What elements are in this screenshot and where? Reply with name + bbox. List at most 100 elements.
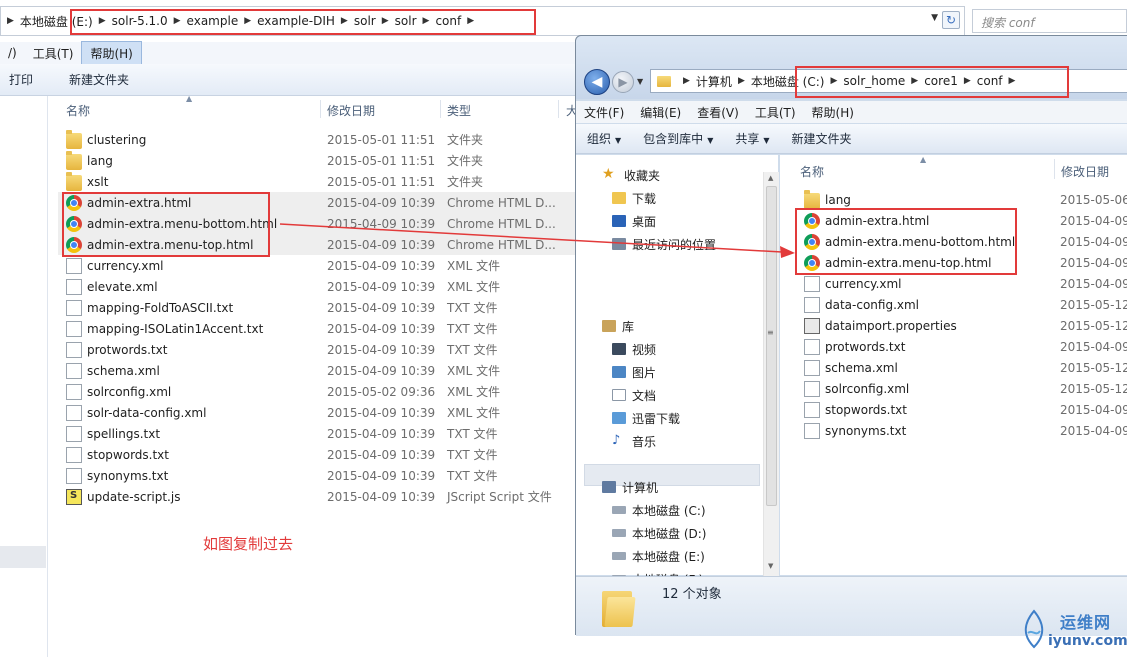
file-row[interactable]: spellings.txt 2015-04-09 10:39 TXT 文件 [58,423,578,444]
file-row[interactable]: mapping-FoldToASCII.txt 2015-04-09 10:39 T… [58,297,578,318]
column-divider[interactable] [320,100,321,118]
folder-icon [66,129,82,149]
file-row[interactable]: dataimport.properties 2015-05-12 [796,315,1127,336]
nav-drive-e[interactable]: 本地磁盘 (E:) [612,546,705,566]
file-row[interactable]: solrconfig.xml 2015-05-12 [796,378,1127,399]
col-name[interactable]: 名称 [66,102,90,119]
file-row[interactable]: data-config.xml 2015-05-12 [796,294,1127,315]
nav-label: 本地磁盘 (D:) [632,526,707,541]
file-date: 2015-04-09 10:39 [327,447,436,462]
file-row[interactable]: protwords.txt 2015-04-09 10:39 TXT 文件 [58,339,578,360]
nav-recent[interactable]: 最近访问的位置 [612,234,716,254]
file-row[interactable]: currency.xml 2015-04-09 10:39 XML 文件 [58,255,578,276]
file-row[interactable]: synonyms.txt 2015-04-09 10:39 TXT 文件 [58,465,578,486]
nav-pictures[interactable]: 图片 [612,362,656,382]
nav-libraries[interactable]: 库 [602,316,634,336]
file-row[interactable]: lang 2015-05-01 11:51 文件夹 [58,150,578,171]
menu-item-help[interactable]: 帮助(H) [81,40,142,66]
file-type: TXT 文件 [447,448,498,462]
file-row[interactable]: lang 2015-05-06 [796,189,1127,210]
new-folder-button[interactable]: 新建文件夹 [781,130,863,147]
file-date: 2015-04-09 10:39 [327,237,436,252]
column-divider[interactable] [440,100,441,118]
file-date: 2015-05-12 [1060,360,1127,375]
file-type: TXT 文件 [447,301,498,315]
menu-item-file[interactable]: 文件(F) [576,101,632,124]
nav-videos[interactable]: 视频 [612,339,656,359]
include-in-library-button[interactable]: 包含到库中 ▼ [632,130,724,147]
file-row[interactable]: currency.xml 2015-04-09 [796,273,1127,294]
caret-down-icon: ▼ [763,136,770,145]
nav-scrollbar[interactable]: ▲ ≡ ▼ [763,172,779,576]
scroll-up-icon[interactable]: ▲ [768,174,773,182]
organize-button[interactable]: 组织 ▼ [576,130,632,147]
nav-downloads[interactable]: 下载 [612,188,656,208]
menu-item-help[interactable]: 帮助(H) [804,101,862,124]
menu-item-view[interactable]: /) [0,43,25,63]
address-dropdown-icon[interactable]: ▼ [931,13,938,23]
file-type: Chrome HTML D... [447,216,556,231]
nav-desktop[interactable]: 桌面 [612,211,656,231]
nav-computer[interactable]: 计算机 [602,477,658,497]
col-date[interactable]: 修改日期 [1061,163,1109,180]
file-row[interactable]: schema.xml 2015-04-09 10:39 XML 文件 [58,360,578,381]
col-type[interactable]: 类型 [447,102,471,119]
scroll-thumb[interactable] [766,186,777,506]
nav-drive-c[interactable]: 本地磁盘 (C:) [612,500,706,520]
scroll-down-icon[interactable]: ▼ [768,562,773,570]
nav-drive-d[interactable]: 本地磁盘 (D:) [612,523,706,543]
text-file-icon [804,296,820,313]
file-row[interactable]: mapping-ISOLatin1Accent.txt 2015-04-09 10… [58,318,578,339]
file-row[interactable]: stopwords.txt 2015-04-09 [796,399,1127,420]
file-row[interactable]: elevate.xml 2015-04-09 10:39 XML 文件 [58,276,578,297]
caret-down-icon: ▼ [615,136,622,145]
nav-favorites[interactable]: ★ 收藏夹 [602,165,660,185]
properties-file-icon [804,317,820,334]
nav-label: 下载 [632,191,657,206]
nav-music[interactable]: ♪ 音乐 [612,431,656,451]
sort-arrow-icon: ▲ [186,94,193,103]
chevron-right-icon[interactable]: ▶ [683,76,690,86]
file-name: protwords.txt [825,339,906,354]
file-name: synonyms.txt [825,423,907,438]
forward-arrow-icon[interactable]: ▶ [612,71,634,93]
file-row[interactable]: solr-data-config.xml 2015-04-09 10:39 XML … [58,402,578,423]
history-dropdown-icon[interactable]: ▼ [637,77,643,86]
nav-label: 最近访问的位置 [632,237,717,252]
file-row[interactable]: update-script.js 2015-04-09 10:39 JScript … [58,486,578,507]
file-row[interactable]: synonyms.txt 2015-04-09 [796,420,1127,441]
chevron-right-icon[interactable]: ▶ [738,76,745,86]
back-arrow-icon[interactable]: ◀ [584,69,610,95]
nav-selected-item[interactable] [0,546,46,568]
drive-icon [612,529,626,537]
menu-item-tools[interactable]: 工具(T) [747,101,804,124]
file-row[interactable]: clustering 2015-05-01 11:51 文件夹 [58,129,578,150]
nav-thunder-downloads[interactable]: 迅雷下载 [612,408,680,428]
share-button[interactable]: 共享 ▼ [724,130,780,147]
nav-documents[interactable]: 文档 [612,385,656,405]
menu-item-tools[interactable]: 工具(T) [25,42,82,65]
refresh-icon[interactable]: ↻ [942,11,960,29]
file-row[interactable]: solrconfig.xml 2015-05-02 09:36 XML 文件 [58,381,578,402]
column-divider[interactable] [558,100,559,118]
file-date: 2015-04-09 10:39 [327,426,436,441]
back-menu-bar: /) 工具(T) 帮助(H) [0,40,580,66]
col-name[interactable]: 名称 [800,163,824,180]
file-date: 2015-04-09 [1060,213,1127,228]
search-input[interactable]: 搜索 conf [972,9,1127,33]
new-folder-button[interactable]: 新建文件夹 [60,71,138,88]
file-row[interactable]: protwords.txt 2015-04-09 [796,336,1127,357]
file-date: 2015-04-09 10:39 [327,279,436,294]
sort-arrow-icon: ▲ [920,155,927,164]
file-row[interactable]: xslt 2015-05-01 11:51 文件夹 [58,171,578,192]
col-date[interactable]: 修改日期 [327,102,375,119]
file-row[interactable]: stopwords.txt 2015-04-09 10:39 TXT 文件 [58,444,578,465]
menu-item-view[interactable]: 查看(V) [689,101,747,124]
column-divider[interactable] [1054,159,1055,179]
print-button[interactable]: 打印 [0,71,42,88]
back-nav-pane[interactable] [0,96,48,657]
breadcrumb-seg[interactable]: 计算机 [696,73,732,90]
file-row[interactable]: schema.xml 2015-05-12 [796,357,1127,378]
nav-label: 计算机 [622,480,659,495]
menu-item-edit[interactable]: 编辑(E) [632,101,689,124]
